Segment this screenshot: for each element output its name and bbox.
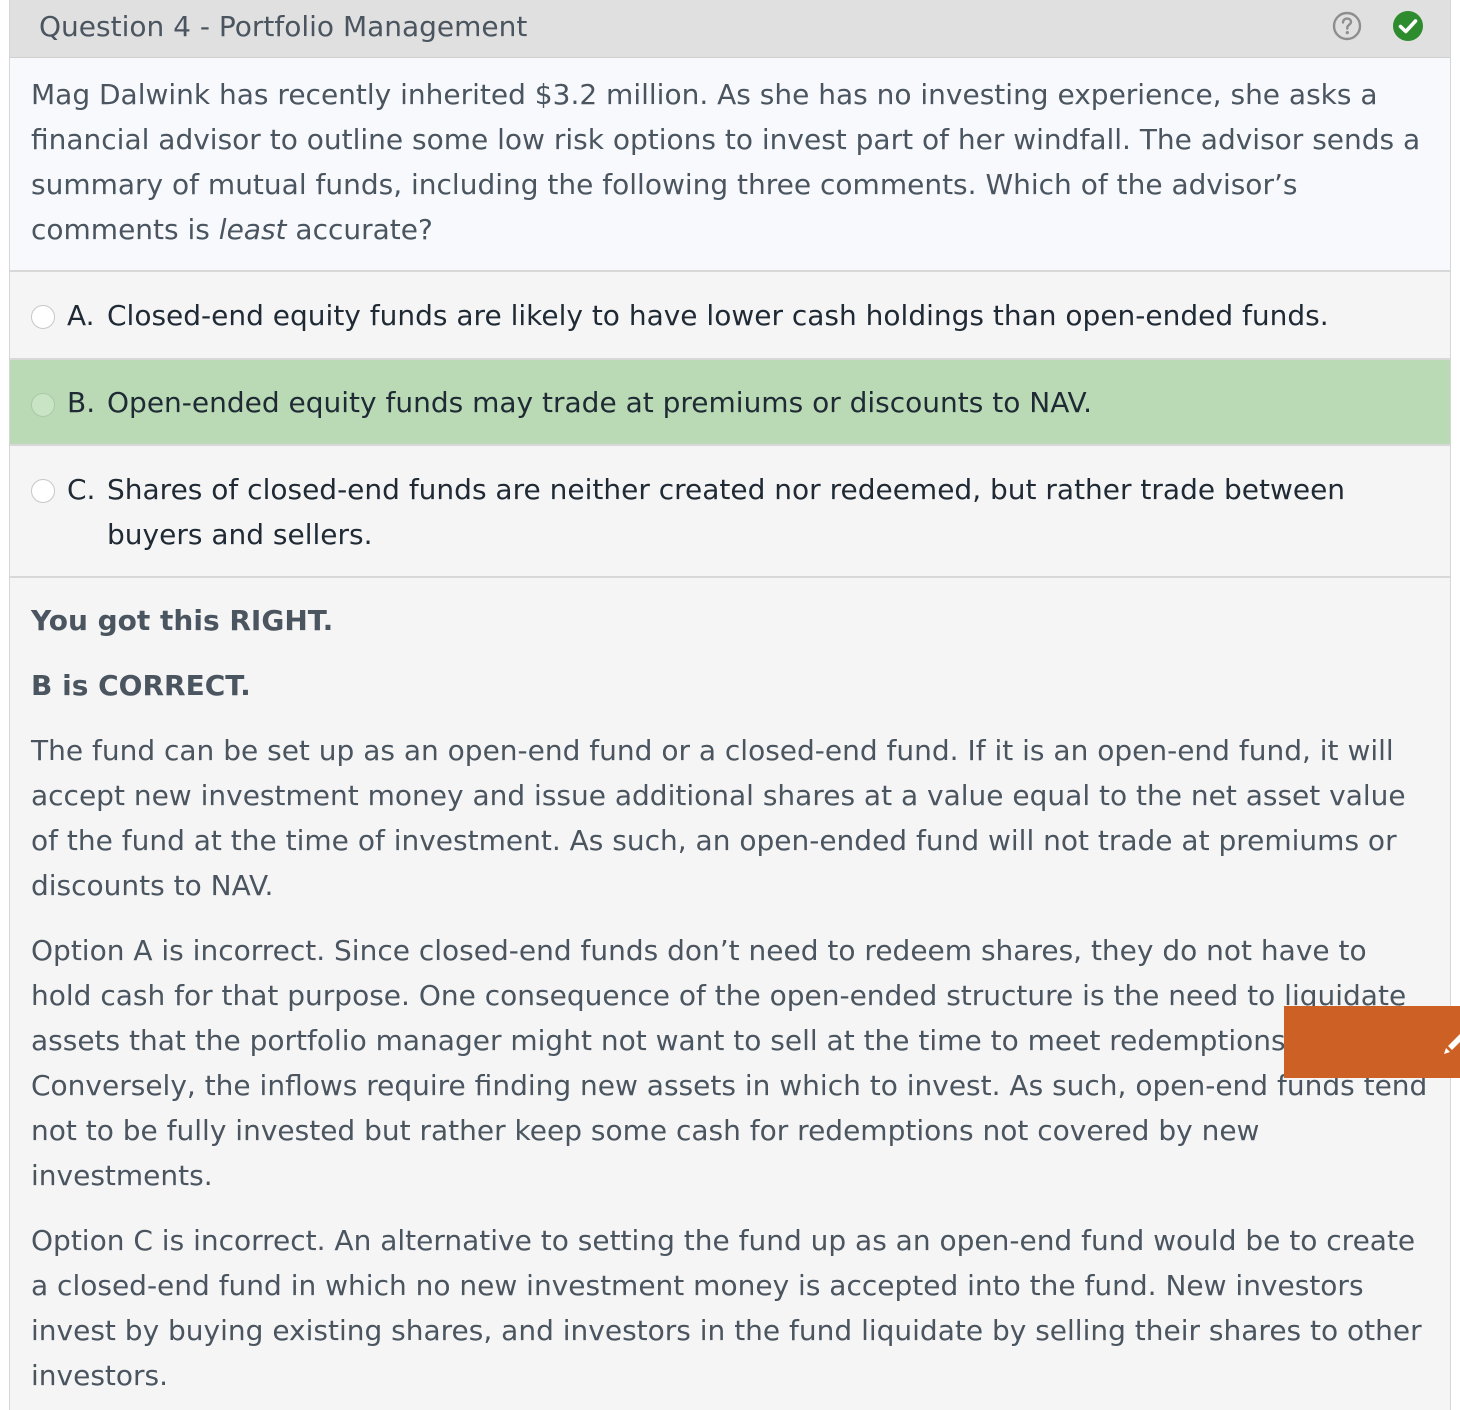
question-title: Question 4 - Portfolio Management xyxy=(39,10,528,43)
option-c-text: Shares of closed-end funds are neither c… xyxy=(107,473,1346,551)
option-a-text: Closed-end equity funds are likely to ha… xyxy=(107,299,1329,332)
option-c-letter: C. xyxy=(67,473,96,506)
option-b-letter: B. xyxy=(67,386,96,419)
option-a[interactable]: A. Closed-end equity funds are likely to… xyxy=(10,272,1450,360)
option-b[interactable]: B. Open-ended equity funds may trade at … xyxy=(10,360,1450,446)
explanation-paragraph: Option C is incorrect. An alternative to… xyxy=(31,1224,1422,1392)
explanation-paragraph: Option A is incorrect. Since closed-end … xyxy=(31,934,1428,1192)
option-a-letter: A. xyxy=(67,299,95,332)
option-b-text: Open-ended equity funds may trade at pre… xyxy=(107,386,1093,419)
option-b-radio[interactable] xyxy=(31,393,55,417)
result-heading: You got this RIGHT. xyxy=(31,604,334,637)
answer-feedback: You got this RIGHT. B is CORRECT. The fu… xyxy=(10,578,1450,1398)
option-a-radio[interactable] xyxy=(31,305,55,329)
option-c[interactable]: C. Shares of closed-end funds are neithe… xyxy=(10,446,1450,578)
stem-emphasis: least xyxy=(218,213,287,246)
option-c-radio[interactable] xyxy=(31,479,55,503)
stem-text-end: accurate? xyxy=(286,213,433,246)
question-stem: Mag Dalwink has recently inherited $3.2 … xyxy=(10,58,1450,272)
answer-heading: B is CORRECT. xyxy=(31,669,251,702)
annotation-tab[interactable] xyxy=(1284,1006,1460,1078)
pencil-icon xyxy=(1444,1034,1460,1054)
check-circle-icon xyxy=(1393,11,1423,41)
question-header: Question 4 - Portfolio Management xyxy=(10,0,1450,58)
question-circle-icon[interactable] xyxy=(1332,11,1362,41)
explanation-paragraph: The fund can be set up as an open-end fu… xyxy=(31,734,1406,902)
question-panel: Question 4 - Portfolio Management Mag Da… xyxy=(9,0,1451,1410)
